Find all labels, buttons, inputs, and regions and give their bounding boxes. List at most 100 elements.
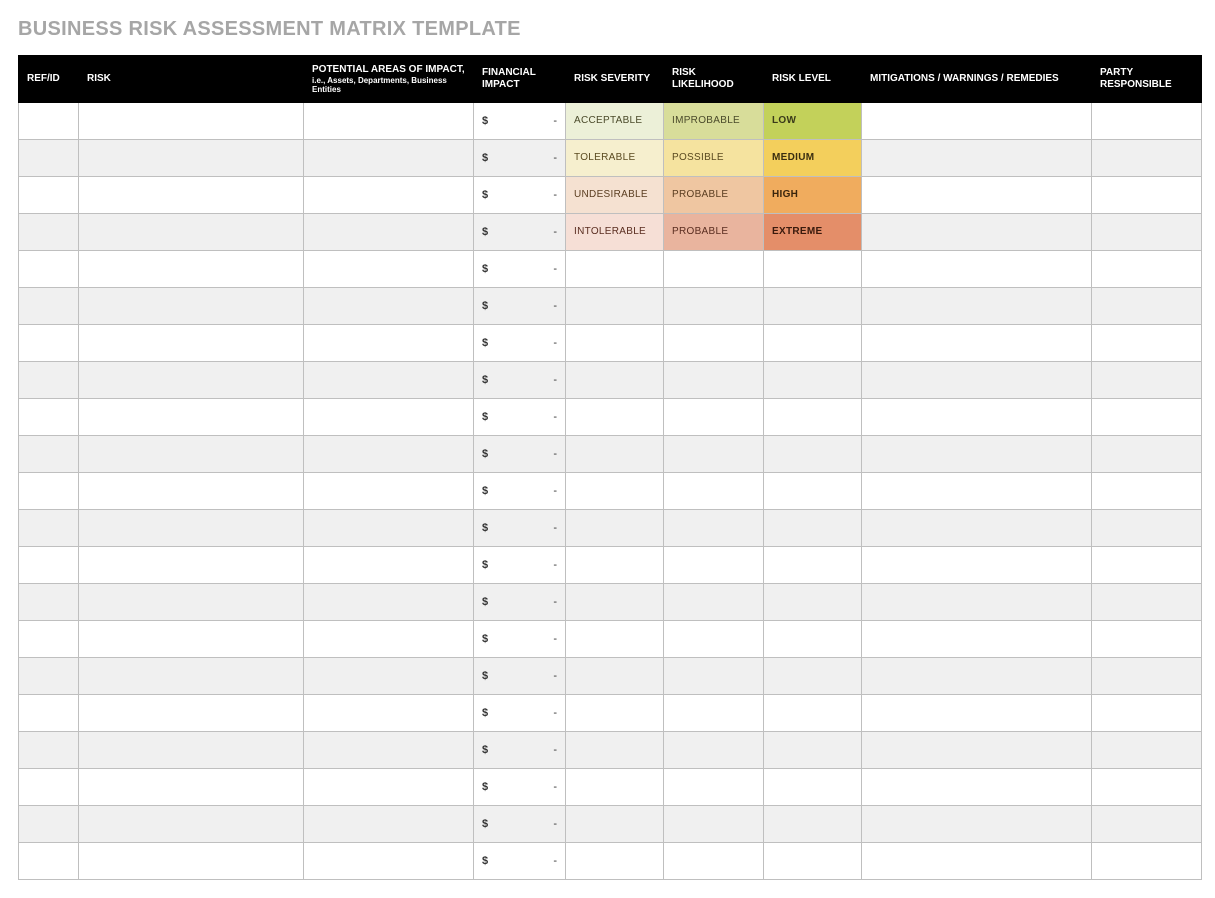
cell-risk-likelihood[interactable]: POSSIBLE — [664, 139, 764, 176]
cell-risk[interactable] — [79, 509, 304, 546]
cell-risk-level[interactable] — [764, 398, 862, 435]
cell-risk-severity[interactable] — [566, 620, 664, 657]
cell-party-responsible[interactable] — [1092, 139, 1202, 176]
cell-financial-impact[interactable]: $- — [474, 546, 566, 583]
cell-risk-severity[interactable] — [566, 694, 664, 731]
cell-risk-likelihood[interactable] — [664, 287, 764, 324]
cell-party-responsible[interactable] — [1092, 324, 1202, 361]
cell-mitigations[interactable] — [862, 694, 1092, 731]
cell-financial-impact[interactable]: $- — [474, 213, 566, 250]
cell-ref-id[interactable] — [19, 287, 79, 324]
cell-areas[interactable] — [304, 324, 474, 361]
cell-party-responsible[interactable] — [1092, 435, 1202, 472]
cell-risk-likelihood[interactable]: PROBABLE — [664, 213, 764, 250]
cell-financial-impact[interactable]: $- — [474, 102, 566, 139]
cell-risk[interactable] — [79, 139, 304, 176]
cell-risk-likelihood[interactable] — [664, 842, 764, 879]
cell-mitigations[interactable] — [862, 472, 1092, 509]
cell-risk[interactable] — [79, 620, 304, 657]
cell-party-responsible[interactable] — [1092, 768, 1202, 805]
cell-party-responsible[interactable] — [1092, 842, 1202, 879]
cell-risk-level[interactable] — [764, 324, 862, 361]
cell-risk-level[interactable] — [764, 694, 862, 731]
cell-financial-impact[interactable]: $- — [474, 435, 566, 472]
cell-financial-impact[interactable]: $- — [474, 583, 566, 620]
cell-mitigations[interactable] — [862, 620, 1092, 657]
cell-risk-severity[interactable] — [566, 361, 664, 398]
cell-ref-id[interactable] — [19, 176, 79, 213]
cell-financial-impact[interactable]: $- — [474, 509, 566, 546]
cell-ref-id[interactable] — [19, 546, 79, 583]
cell-risk-severity[interactable] — [566, 435, 664, 472]
cell-risk-level[interactable]: LOW — [764, 102, 862, 139]
cell-risk-severity[interactable] — [566, 731, 664, 768]
cell-areas[interactable] — [304, 842, 474, 879]
cell-mitigations[interactable] — [862, 583, 1092, 620]
cell-party-responsible[interactable] — [1092, 361, 1202, 398]
cell-risk-severity[interactable]: ACCEPTABLE — [566, 102, 664, 139]
cell-risk-level[interactable] — [764, 361, 862, 398]
cell-risk[interactable] — [79, 583, 304, 620]
cell-party-responsible[interactable] — [1092, 546, 1202, 583]
cell-risk-level[interactable] — [764, 250, 862, 287]
cell-areas[interactable] — [304, 176, 474, 213]
cell-risk-level[interactable]: EXTREME — [764, 213, 862, 250]
cell-ref-id[interactable] — [19, 657, 79, 694]
cell-risk-likelihood[interactable] — [664, 657, 764, 694]
cell-risk-severity[interactable] — [566, 250, 664, 287]
cell-financial-impact[interactable]: $- — [474, 250, 566, 287]
cell-risk-likelihood[interactable] — [664, 324, 764, 361]
cell-ref-id[interactable] — [19, 842, 79, 879]
cell-financial-impact[interactable]: $- — [474, 620, 566, 657]
cell-mitigations[interactable] — [862, 102, 1092, 139]
cell-ref-id[interactable] — [19, 102, 79, 139]
cell-financial-impact[interactable]: $- — [474, 657, 566, 694]
cell-risk-severity[interactable] — [566, 398, 664, 435]
cell-ref-id[interactable] — [19, 361, 79, 398]
cell-risk-likelihood[interactable] — [664, 250, 764, 287]
cell-party-responsible[interactable] — [1092, 657, 1202, 694]
cell-mitigations[interactable] — [862, 509, 1092, 546]
cell-risk-level[interactable] — [764, 546, 862, 583]
cell-mitigations[interactable] — [862, 546, 1092, 583]
cell-risk-likelihood[interactable] — [664, 583, 764, 620]
cell-risk[interactable] — [79, 694, 304, 731]
cell-ref-id[interactable] — [19, 620, 79, 657]
cell-mitigations[interactable] — [862, 250, 1092, 287]
cell-mitigations[interactable] — [862, 287, 1092, 324]
cell-mitigations[interactable] — [862, 435, 1092, 472]
cell-areas[interactable] — [304, 398, 474, 435]
cell-risk-severity[interactable] — [566, 657, 664, 694]
cell-areas[interactable] — [304, 657, 474, 694]
cell-risk-severity[interactable] — [566, 472, 664, 509]
cell-ref-id[interactable] — [19, 139, 79, 176]
cell-financial-impact[interactable]: $- — [474, 139, 566, 176]
cell-party-responsible[interactable] — [1092, 176, 1202, 213]
cell-risk-likelihood[interactable] — [664, 694, 764, 731]
cell-risk-likelihood[interactable] — [664, 768, 764, 805]
cell-risk-level[interactable] — [764, 731, 862, 768]
cell-risk-level[interactable]: MEDIUM — [764, 139, 862, 176]
cell-risk-level[interactable] — [764, 435, 862, 472]
cell-party-responsible[interactable] — [1092, 583, 1202, 620]
cell-party-responsible[interactable] — [1092, 287, 1202, 324]
cell-risk[interactable] — [79, 472, 304, 509]
cell-risk[interactable] — [79, 361, 304, 398]
cell-risk[interactable] — [79, 842, 304, 879]
cell-risk-severity[interactable] — [566, 324, 664, 361]
cell-risk-severity[interactable] — [566, 509, 664, 546]
cell-risk[interactable] — [79, 213, 304, 250]
cell-risk-severity[interactable] — [566, 768, 664, 805]
cell-mitigations[interactable] — [862, 361, 1092, 398]
cell-risk-likelihood[interactable] — [664, 472, 764, 509]
cell-ref-id[interactable] — [19, 731, 79, 768]
cell-risk[interactable] — [79, 546, 304, 583]
cell-ref-id[interactable] — [19, 435, 79, 472]
cell-party-responsible[interactable] — [1092, 250, 1202, 287]
cell-ref-id[interactable] — [19, 583, 79, 620]
cell-risk-severity[interactable] — [566, 287, 664, 324]
cell-risk-likelihood[interactable] — [664, 398, 764, 435]
cell-ref-id[interactable] — [19, 768, 79, 805]
cell-ref-id[interactable] — [19, 324, 79, 361]
cell-risk-level[interactable] — [764, 509, 862, 546]
